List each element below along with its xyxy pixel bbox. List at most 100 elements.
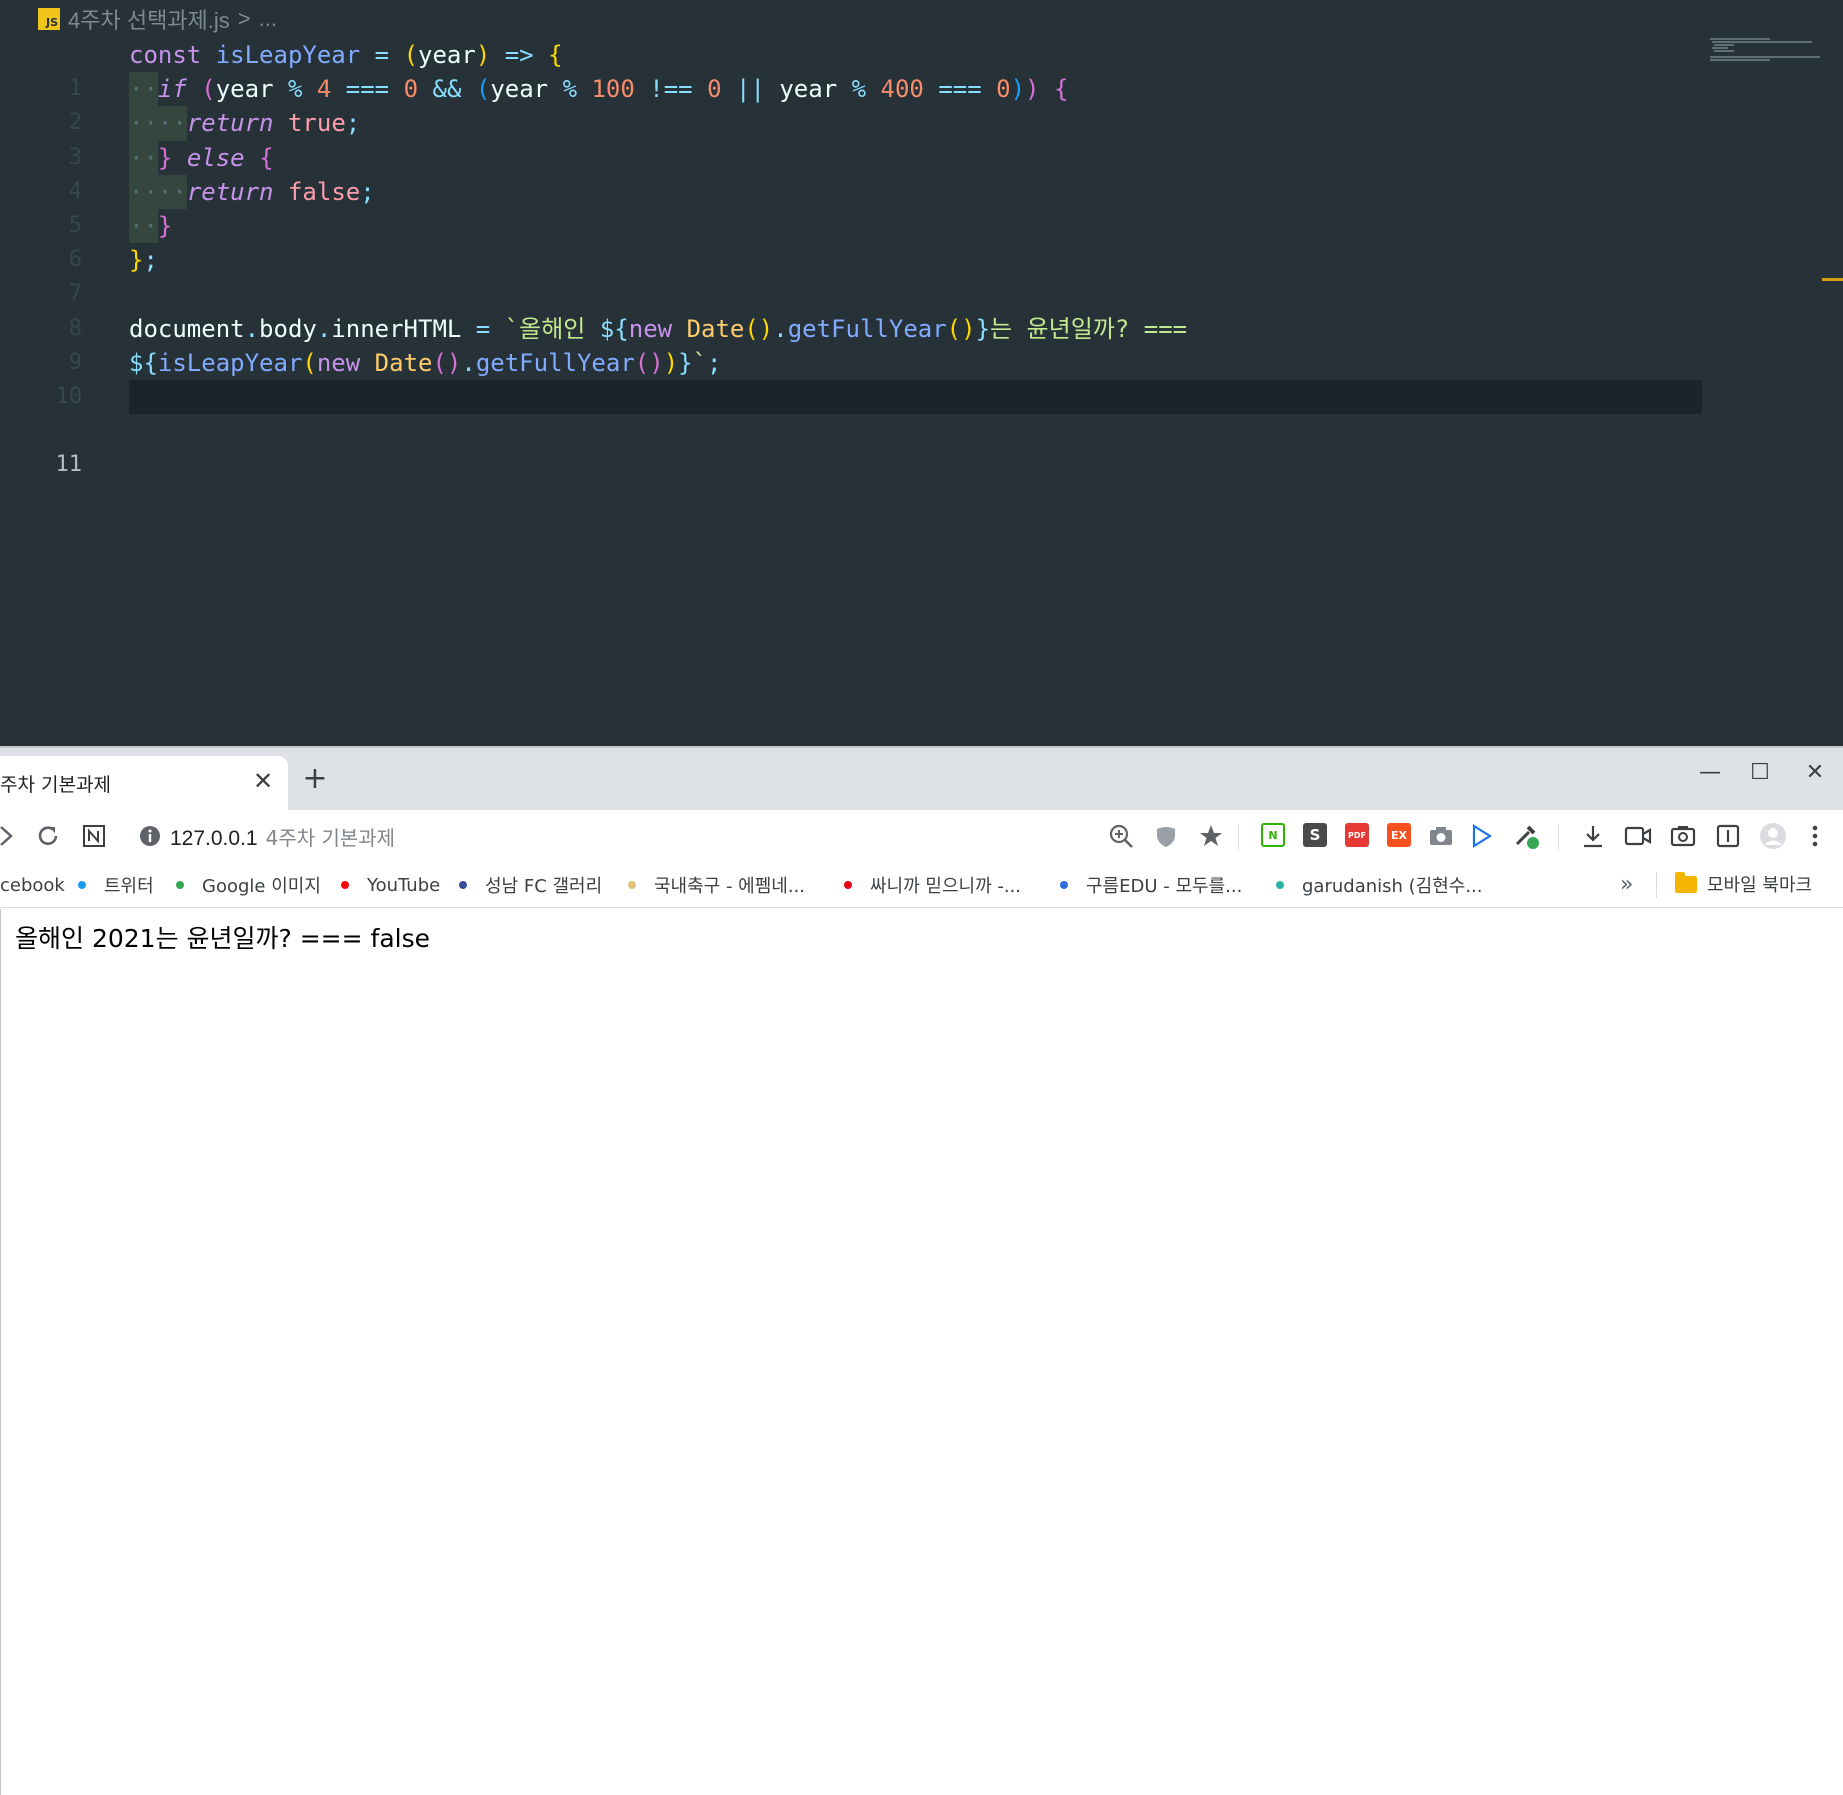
code-line[interactable]: 2 ··if (year % 4 === 0 && (year % 100 !=…: [0, 72, 1843, 135]
code-line[interactable]: 6 ··}: [0, 208, 1843, 272]
info-icon[interactable]: [135, 821, 165, 851]
naver-ext-icon[interactable]: N: [1261, 823, 1285, 847]
mobile-bookmarks-label: 모바일 북마크: [1707, 875, 1813, 896]
bookmark-favicon-icon: [1060, 881, 1068, 889]
toolbar-separator: [1238, 824, 1239, 850]
page-viewport: 올해인 2021는 윤년일까? === false: [0, 909, 1843, 1795]
code-text: ··if (year % 4 === 0 && (year % 100 !== …: [129, 72, 1068, 107]
bookmark-item[interactable]: 싸니까 믿으니까 -...: [844, 871, 1021, 899]
code-line[interactable]: 4 ··} else {: [0, 140, 1843, 204]
maximize-button[interactable]: ☐: [1740, 758, 1780, 788]
notion-icon[interactable]: [79, 821, 109, 851]
tab-title: 주차 기본과제: [0, 774, 111, 796]
minimap-line: [1714, 50, 1734, 52]
bookmark-favicon-icon: [341, 881, 349, 889]
tab-strip: 주차 기본과제 ✕ + — ☐ ✕: [0, 748, 1843, 810]
code-area[interactable]: 1 const isLeapYear = (year) => { 2 ··if …: [0, 38, 1843, 477]
bookmark-favicon-icon: [844, 881, 852, 889]
code-text: const isLeapYear = (year) => {: [129, 41, 563, 69]
code-text: ····return true;: [129, 106, 360, 141]
line-number: 11: [55, 452, 83, 478]
code-text: ····return false;: [129, 174, 375, 209]
bookmark-label: cebook: [0, 874, 65, 896]
code-line[interactable]: 8: [0, 277, 1843, 341]
play-ext-icon[interactable]: [1466, 821, 1496, 851]
breadcrumb[interactable]: JS 4주차 선택과제.js > ...: [38, 4, 277, 34]
code-line[interactable]: 7 };: [0, 243, 1843, 306]
address-bar[interactable]: 127.0.0.1 4주차 기본과제: [170, 822, 395, 851]
code-text: };: [129, 246, 158, 275]
code-line[interactable]: 5 ····return false;: [0, 174, 1843, 238]
menu-icon[interactable]: [1800, 821, 1830, 851]
minimap-line: [1710, 38, 1770, 40]
eyedropper-ext-icon[interactable]: [1512, 821, 1542, 851]
bookmarks-separator: [1656, 872, 1657, 898]
minimap-line: [1712, 41, 1812, 43]
bookmark-item[interactable]: YouTube: [341, 871, 440, 899]
close-window-button[interactable]: ✕: [1795, 758, 1835, 788]
code-line-current[interactable]: 11: [0, 379, 1843, 477]
code-line[interactable]: 9 document.body.innerHTML = `올해인 ${new D…: [0, 312, 1843, 375]
profile-icon[interactable]: [1758, 821, 1788, 851]
folder-icon: [1675, 871, 1697, 893]
page-body-text: 올해인 2021는 윤년일까? === false: [15, 924, 430, 953]
bookmark-item[interactable]: 트위터: [78, 871, 154, 899]
bookmark-item[interactable]: 성남 FC 갤러리: [459, 871, 602, 899]
minimap-line: [1712, 47, 1728, 49]
minimap-line: [1714, 44, 1734, 46]
toolbar-separator: [1558, 824, 1559, 850]
code-text: ··} else {: [129, 140, 274, 175]
video-icon[interactable]: [1623, 821, 1653, 851]
bookmarks-bar: cebook 트위터 Google 이미지 YouTube 성남 FC 갤러리 …: [0, 862, 1843, 908]
shield-icon[interactable]: [1151, 821, 1181, 851]
code-text: document.body.innerHTML = `올해인 ${new Dat…: [129, 314, 1188, 343]
code-line[interactable]: 3 ····return true;: [0, 106, 1843, 170]
code-line[interactable]: 10 ${isLeapYear(new Date().getFullYear()…: [0, 346, 1843, 409]
pdf-ext-icon[interactable]: PDF: [1345, 823, 1369, 847]
new-tab-button[interactable]: +: [300, 764, 330, 794]
bookmark-item[interactable]: cebook: [0, 871, 65, 899]
zoom-icon[interactable]: [1106, 821, 1136, 851]
bookmarks-overflow-button[interactable]: »: [1620, 872, 1633, 897]
screenshot-icon[interactable]: [1668, 821, 1698, 851]
close-icon[interactable]: ✕: [250, 768, 276, 794]
bookmark-label: YouTube: [367, 874, 441, 896]
s-ext-icon[interactable]: S: [1303, 823, 1327, 847]
bookmark-label: 성남 FC 갤러리: [485, 876, 603, 897]
javascript-file-icon: JS: [38, 8, 60, 30]
forward-icon[interactable]: [0, 821, 22, 851]
star-icon[interactable]: [1196, 821, 1226, 851]
download-icon[interactable]: [1578, 821, 1608, 851]
url-host: 127.0.0.1: [170, 827, 258, 850]
mobile-bookmarks-folder[interactable]: 모바일 북마크: [1675, 871, 1812, 897]
bookmark-favicon-icon: [459, 881, 467, 889]
reader-icon[interactable]: [1713, 821, 1743, 851]
reload-icon[interactable]: [33, 821, 63, 851]
bookmark-item[interactable]: 국내축구 - 에펨네...: [628, 871, 805, 899]
bookmark-item[interactable]: 구름EDU - 모두를...: [1060, 871, 1242, 899]
code-text: ··}: [129, 208, 172, 244]
code-editor[interactable]: JS 4주차 선택과제.js > ... 1 const isLeapYear …: [0, 0, 1843, 746]
current-line-highlight: [129, 379, 1702, 415]
minimap[interactable]: [1710, 36, 1820, 66]
bookmark-label: Google 이미지: [202, 876, 321, 897]
scrollbar-marker: [1822, 278, 1843, 281]
bookmark-label: 국내축구 - 에펨네...: [654, 876, 806, 897]
code-line[interactable]: 1 const isLeapYear = (year) => {: [0, 38, 1843, 101]
bookmark-favicon-icon: [78, 881, 86, 889]
bookmark-item[interactable]: Google 이미지: [176, 871, 321, 899]
ex-ext-icon[interactable]: EX: [1387, 823, 1411, 847]
breadcrumb-file[interactable]: 4주차 선택과제.js: [68, 3, 230, 35]
browser-toolbar: 127.0.0.1 4주차 기본과제 N S PDF EX: [0, 810, 1843, 862]
bookmark-favicon-icon: [176, 881, 184, 889]
breadcrumb-separator: >: [237, 6, 251, 31]
browser-tab[interactable]: 주차 기본과제 ✕: [0, 756, 288, 810]
bookmark-label: 트위터: [104, 876, 154, 897]
code-text: ${isLeapYear(new Date().getFullYear())}`…: [129, 348, 722, 377]
breadcrumb-rest[interactable]: ...: [259, 6, 277, 32]
bookmark-item[interactable]: garudanish (김현수...: [1276, 871, 1483, 899]
minimize-button[interactable]: —: [1690, 758, 1730, 788]
bookmark-label: 구름EDU - 모두를...: [1086, 876, 1243, 897]
bookmark-label: 싸니까 믿으니까 -...: [870, 876, 1022, 897]
camera-ext-icon[interactable]: [1426, 821, 1456, 851]
